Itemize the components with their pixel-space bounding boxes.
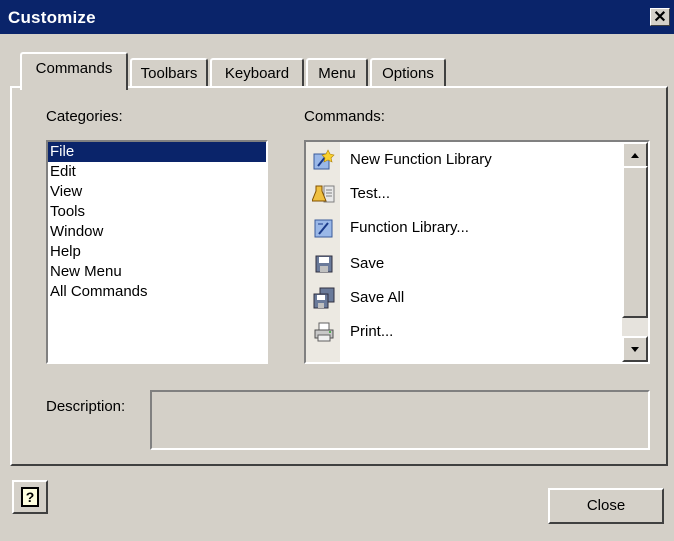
- command-label: Print...: [350, 323, 394, 340]
- tab-menu[interactable]: Menu: [306, 58, 368, 88]
- command-label: New Function Library: [350, 151, 492, 168]
- category-item-edit[interactable]: Edit: [48, 162, 266, 182]
- categories-label: Categories:: [46, 108, 123, 125]
- arrow-up-icon: [631, 153, 639, 158]
- tab-keyboard[interactable]: Keyboard: [210, 58, 304, 88]
- save-all-icon: [313, 287, 335, 309]
- command-label: Function Library...: [350, 219, 469, 236]
- help-button[interactable]: ?: [12, 480, 48, 514]
- test-icon: [312, 185, 335, 203]
- help-icon: ?: [21, 487, 39, 507]
- tab-toolbars[interactable]: Toolbars: [130, 58, 208, 88]
- function-library-icon: [314, 219, 333, 238]
- tab-commands[interactable]: Commands: [20, 52, 128, 90]
- category-item-view[interactable]: View: [48, 182, 266, 202]
- tab-panel: Categories: File Edit View Tools Window …: [10, 86, 668, 466]
- command-item-print[interactable]: Print...: [312, 316, 632, 348]
- command-label: Test...: [350, 185, 391, 202]
- scroll-down-button[interactable]: [622, 336, 648, 362]
- scroll-thumb[interactable]: [622, 166, 648, 318]
- command-label: Save All: [350, 289, 405, 306]
- category-item-new-menu[interactable]: New Menu: [48, 262, 266, 282]
- description-box: [150, 390, 650, 450]
- new-function-library-icon: [313, 149, 335, 170]
- print-icon: [314, 322, 334, 342]
- description-label: Description:: [46, 398, 126, 415]
- categories-list[interactable]: File Edit View Tools Window Help New Men…: [46, 140, 268, 364]
- command-item-save[interactable]: Save: [312, 248, 632, 280]
- command-label: Save: [350, 255, 385, 272]
- close-icon[interactable]: ✕: [650, 8, 670, 26]
- commands-list[interactable]: New Function Library Test... Function Li…: [304, 140, 650, 364]
- tab-options[interactable]: Options: [370, 58, 446, 88]
- commands-label: Commands:: [304, 108, 385, 125]
- category-item-tools[interactable]: Tools: [48, 202, 266, 222]
- scroll-up-button[interactable]: [622, 142, 648, 168]
- commands-scrollbar[interactable]: [622, 142, 648, 362]
- title-bar: Customize ✕: [0, 0, 674, 34]
- category-item-help[interactable]: Help: [48, 242, 266, 262]
- category-item-window[interactable]: Window: [48, 222, 266, 242]
- window-title: Customize: [8, 8, 96, 27]
- command-item-test[interactable]: Test...: [312, 178, 632, 210]
- category-item-file[interactable]: File: [48, 142, 266, 162]
- category-item-all-commands[interactable]: All Commands: [48, 282, 266, 302]
- close-button[interactable]: Close: [548, 488, 664, 524]
- command-item-save-all[interactable]: Save All: [312, 282, 632, 314]
- command-item-function-library[interactable]: Function Library...: [312, 212, 632, 244]
- arrow-down-icon: [631, 347, 639, 352]
- command-item-new-function-library[interactable]: New Function Library: [312, 144, 632, 176]
- save-icon: [315, 255, 333, 273]
